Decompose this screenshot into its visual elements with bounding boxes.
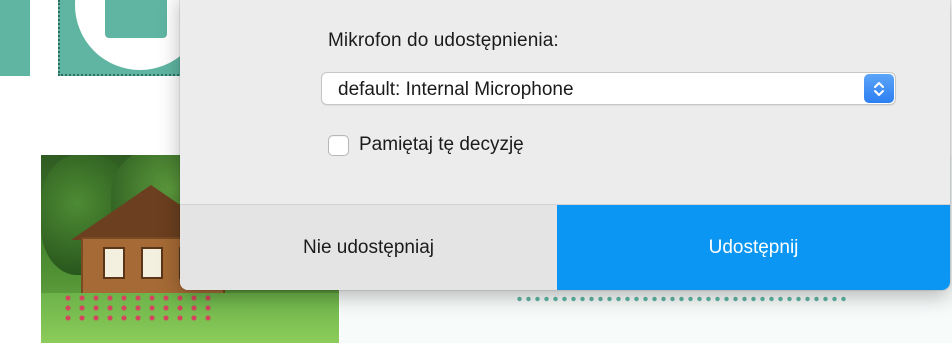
screen: Mikrofon do udostępnienia: default: Inte… [0,0,952,343]
deny-button[interactable]: Nie udostępniaj [180,205,557,290]
photo-cabin-window [141,247,163,279]
dialog-body: Mikrofon do udostępnienia: default: Inte… [180,0,950,204]
up-down-chevron-icon[interactable] [864,74,894,103]
allow-button[interactable]: Udostępnij [557,205,950,290]
background-teal-strip [0,0,30,76]
microphone-select-value: default: Internal Microphone [338,79,574,100]
microphone-permission-dialog: Mikrofon do udostępnienia: default: Inte… [180,0,950,290]
remember-decision-label[interactable]: Pamiętaj tę decyzję [359,134,524,156]
remember-decision-row: Pamiętaj tę decyzję [328,134,524,156]
background-dotted-line [515,296,850,302]
photo-flowers [61,293,211,323]
microphone-select[interactable]: default: Internal Microphone [321,72,896,105]
background-logo-square [105,0,167,38]
remember-decision-checkbox[interactable] [328,134,349,156]
photo-cabin-window [103,247,125,279]
microphone-label: Mikrofon do udostępnienia: [328,30,559,51]
